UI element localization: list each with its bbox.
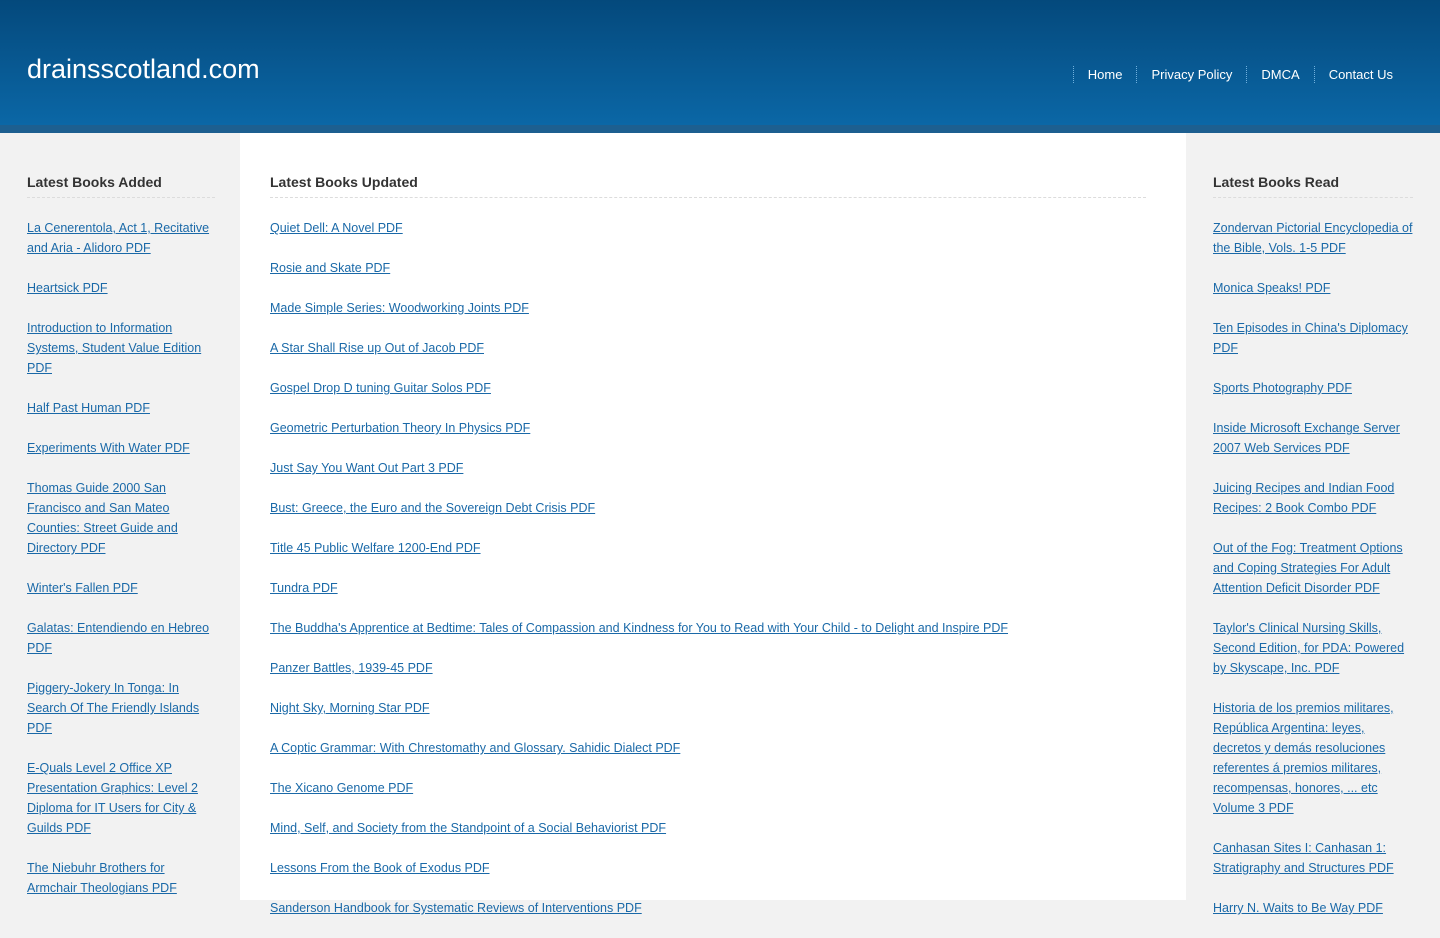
list-item: Sports Photography PDF [1213,378,1413,398]
book-link[interactable]: The Xicano Genome PDF [270,781,413,795]
list-item: The Xicano Genome PDF [270,778,1146,798]
book-link[interactable]: A Star Shall Rise up Out of Jacob PDF [270,341,484,355]
list-item: Introduction to Information Systems, Stu… [27,318,215,378]
book-link[interactable]: Ten Episodes in China's Diplomacy PDF [1213,321,1408,355]
book-link[interactable]: La Cenerentola, Act 1, Recitative and Ar… [27,221,209,255]
list-item: The Niebuhr Brothers for Armchair Theolo… [27,858,215,898]
list-item: Half Past Human PDF [27,398,215,418]
list-item: Sanderson Handbook for Systematic Review… [270,898,1146,918]
list-item: Gospel Drop D tuning Guitar Solos PDF [270,378,1146,398]
book-link[interactable]: Title 45 Public Welfare 1200-End PDF [270,541,481,555]
book-link[interactable]: Winter's Fallen PDF [27,581,138,595]
book-link[interactable]: Rosie and Skate PDF [270,261,390,275]
list-item: Quiet Dell: A Novel PDF [270,218,1146,238]
book-link[interactable]: E-Quals Level 2 Office XP Presentation G… [27,761,198,835]
list-item: Juicing Recipes and Indian Food Recipes:… [1213,478,1413,518]
list-item: Thomas Guide 2000 San Francisco and San … [27,478,215,558]
book-link[interactable]: Mind, Self, and Society from the Standpo… [270,821,666,835]
list-item: Taylor's Clinical Nursing Skills, Second… [1213,618,1413,678]
list-item: A Star Shall Rise up Out of Jacob PDF [270,338,1146,358]
list-item: Rosie and Skate PDF [270,258,1146,278]
list-item: Title 45 Public Welfare 1200-End PDF [270,538,1146,558]
list-item: Lessons From the Book of Exodus PDF [270,858,1146,878]
list-item: Geometric Perturbation Theory In Physics… [270,418,1146,438]
site-header: drainsscotland.com Home Privacy Policy D… [0,0,1440,125]
list-item: Bust: Greece, the Euro and the Sovereign… [270,498,1146,518]
book-link[interactable]: Quiet Dell: A Novel PDF [270,221,403,235]
latest-books-read-list: Zondervan Pictorial Encyclopedia of the … [1213,218,1413,918]
book-link[interactable]: Historia de los premios militares, Repúb… [1213,701,1394,815]
book-link[interactable]: Monica Speaks! PDF [1213,281,1330,295]
book-link[interactable]: Experiments With Water PDF [27,441,190,455]
list-item: Piggery-Jokery In Tonga: In Search Of Th… [27,678,215,738]
nav-dmca[interactable]: DMCA [1246,66,1313,83]
main-nav: Home Privacy Policy DMCA Contact Us [1072,66,1407,83]
book-link[interactable]: Galatas: Entendiendo en Hebreo PDF [27,621,209,655]
book-link[interactable]: Sanderson Handbook for Systematic Review… [270,901,642,915]
list-item: Historia de los premios militares, Repúb… [1213,698,1413,818]
latest-books-updated-heading: Latest Books Updated [270,173,1146,198]
book-link[interactable]: Made Simple Series: Woodworking Joints P… [270,301,529,315]
list-item: Inside Microsoft Exchange Server 2007 We… [1213,418,1413,458]
latest-books-added-column: Latest Books Added La Cenerentola, Act 1… [27,173,215,918]
latest-books-updated-list: Quiet Dell: A Novel PDF Rosie and Skate P… [270,218,1146,918]
list-item: E-Quals Level 2 Office XP Presentation G… [27,758,215,838]
list-item: Night Sky, Morning Star PDF [270,698,1146,718]
list-item: Mind, Self, and Society from the Standpo… [270,818,1146,838]
book-link[interactable]: Panzer Battles, 1939-45 PDF [270,661,433,675]
book-link[interactable]: Half Past Human PDF [27,401,150,415]
book-link[interactable]: Out of the Fog: Treatment Options and Co… [1213,541,1403,595]
list-item: Out of the Fog: Treatment Options and Co… [1213,538,1413,598]
list-item: The Buddha's Apprentice at Bedtime: Tale… [270,618,1146,638]
list-item: Ten Episodes in China's Diplomacy PDF [1213,318,1413,358]
latest-books-read-heading: Latest Books Read [1213,173,1413,198]
list-item: Galatas: Entendiendo en Hebreo PDF [27,618,215,658]
list-item: Monica Speaks! PDF [1213,278,1413,298]
book-link[interactable]: Taylor's Clinical Nursing Skills, Second… [1213,621,1404,675]
book-link[interactable]: Bust: Greece, the Euro and the Sovereign… [270,501,595,515]
list-item: Tundra PDF [270,578,1146,598]
book-link[interactable]: Harry N. Waits to Be Way PDF [1213,901,1383,915]
list-item: A Coptic Grammar: With Chrestomathy and … [270,738,1146,758]
book-link[interactable]: Introduction to Information Systems, Stu… [27,321,201,375]
book-link[interactable]: Inside Microsoft Exchange Server 2007 We… [1213,421,1400,455]
latest-books-added-list: La Cenerentola, Act 1, Recitative and Ar… [27,218,215,898]
book-link[interactable]: Zondervan Pictorial Encyclopedia of the … [1213,221,1412,255]
list-item: Just Say You Want Out Part 3 PDF [270,458,1146,478]
header-divider [0,125,1440,133]
list-item: Heartsick PDF [27,278,215,298]
latest-books-read-column: Latest Books Read Zondervan Pictorial En… [1213,173,1413,938]
list-item: Experiments With Water PDF [27,438,215,458]
book-link[interactable]: Just Say You Want Out Part 3 PDF [270,461,463,475]
book-link[interactable]: Canhasan Sites I: Canhasan 1: Stratigrap… [1213,841,1394,875]
nav-privacy-policy[interactable]: Privacy Policy [1136,66,1246,83]
book-link[interactable]: The Buddha's Apprentice at Bedtime: Tale… [270,621,1008,635]
latest-books-added-heading: Latest Books Added [27,173,215,198]
list-item: La Cenerentola, Act 1, Recitative and Ar… [27,218,215,258]
site-title-link[interactable]: drainsscotland.com [27,54,260,85]
book-link[interactable]: A Coptic Grammar: With Chrestomathy and … [270,741,680,755]
book-link[interactable]: Thomas Guide 2000 San Francisco and San … [27,481,178,555]
book-link[interactable]: Piggery-Jokery In Tonga: In Search Of Th… [27,681,199,735]
book-link[interactable]: Juicing Recipes and Indian Food Recipes:… [1213,481,1394,515]
book-link[interactable]: Lessons From the Book of Exodus PDF [270,861,490,875]
latest-books-updated-column: Latest Books Updated Quiet Dell: A Novel… [270,173,1146,938]
list-item: Zondervan Pictorial Encyclopedia of the … [1213,218,1413,258]
book-link[interactable]: Heartsick PDF [27,281,108,295]
list-item: Canhasan Sites I: Canhasan 1: Stratigrap… [1213,838,1413,878]
book-link[interactable]: Sports Photography PDF [1213,381,1352,395]
list-item: Harry N. Waits to Be Way PDF [1213,898,1413,918]
list-item: Panzer Battles, 1939-45 PDF [270,658,1146,678]
nav-home[interactable]: Home [1072,66,1137,83]
book-link[interactable]: Geometric Perturbation Theory In Physics… [270,421,530,435]
nav-contact-us[interactable]: Contact Us [1313,66,1407,83]
list-item: Made Simple Series: Woodworking Joints P… [270,298,1146,318]
list-item: Winter's Fallen PDF [27,578,215,598]
book-link[interactable]: The Niebuhr Brothers for Armchair Theolo… [27,861,177,895]
book-link[interactable]: Gospel Drop D tuning Guitar Solos PDF [270,381,491,395]
book-link[interactable]: Night Sky, Morning Star PDF [270,701,430,715]
book-link[interactable]: Tundra PDF [270,581,338,595]
